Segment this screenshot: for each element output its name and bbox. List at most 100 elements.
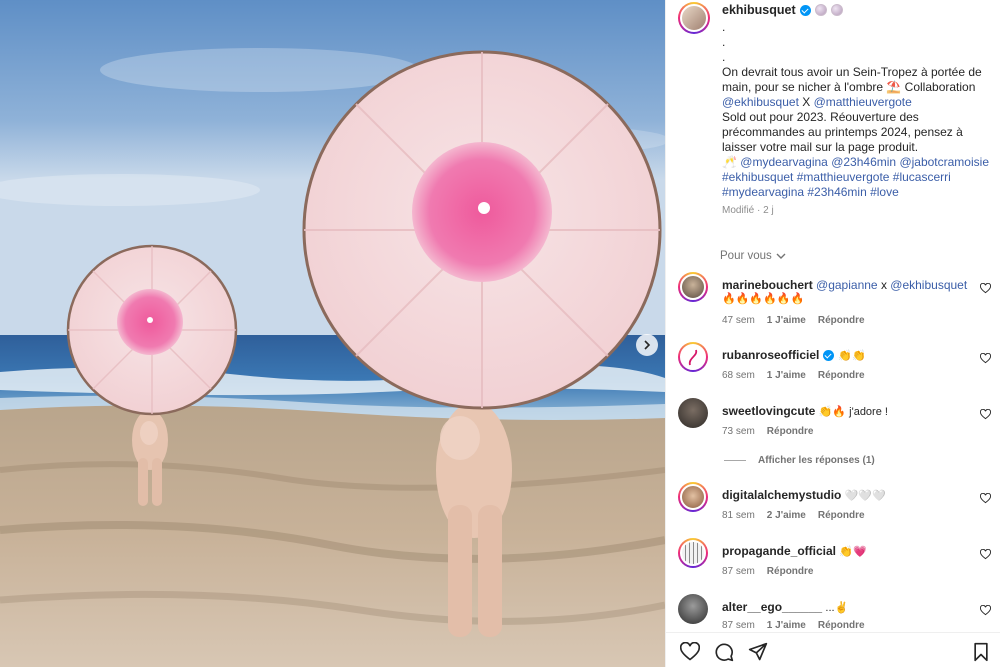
comment-text: 👏🔥 j'adore !	[818, 406, 888, 418]
comment-likes[interactable]: 1 J'aime	[767, 620, 806, 631]
commenter-username[interactable]: alter__ego______	[722, 600, 822, 614]
comment-icon[interactable]	[714, 642, 734, 662]
caption-text: X	[798, 95, 814, 109]
comment-meta: 87 sem Répondre	[722, 566, 813, 577]
author-avatar[interactable]	[678, 2, 710, 34]
heart-icon[interactable]	[980, 283, 991, 294]
reply-button[interactable]: Répondre	[767, 426, 814, 437]
caption-text: Sold out pour 2023. Réouverture des préc…	[722, 110, 963, 154]
verified-icon	[823, 349, 835, 361]
champagne-emoji: 🥂	[722, 155, 737, 169]
heart-icon[interactable]	[980, 549, 991, 560]
post-image[interactable]	[0, 0, 665, 667]
caption-body: On devrait tous avoir un Sein-Tropez à p…	[722, 65, 992, 110]
commenter-username[interactable]: marinebouchert	[722, 278, 813, 292]
replies-divider	[724, 460, 746, 461]
hashtag-links[interactable]: #ekhibusquet #matthieuvergote #lucascerr…	[722, 170, 992, 200]
comment-text: x	[877, 278, 891, 292]
comment-content: alter__ego______ ...✌️	[722, 600, 848, 614]
share-icon[interactable]	[748, 642, 768, 662]
mention-link[interactable]: @ekhibusquet	[890, 278, 967, 292]
mention-link[interactable]: @ekhibusquet	[722, 95, 799, 109]
bookmark-icon[interactable]	[971, 642, 991, 662]
umbrella-emoji: ⛱️	[886, 80, 902, 94]
comments-panel: ekhibusquet . . . On devrait tous avoir …	[665, 0, 1000, 667]
comment-content: rubanroseofficiel 👏👏	[722, 348, 866, 362]
reply-button[interactable]: Répondre	[818, 510, 865, 521]
comment-time: 73 sem	[722, 426, 755, 437]
commenter-avatar[interactable]	[678, 594, 708, 624]
chevron-right-icon	[644, 340, 651, 350]
comment-item: propagande_official 👏💗 87 sem Répondre	[666, 538, 1000, 578]
comment-text: 🔥🔥🔥🔥🔥🔥	[722, 293, 805, 305]
commenter-avatar[interactable]	[678, 538, 708, 568]
comment-likes[interactable]: 1 J'aime	[767, 370, 806, 381]
comment-text: ...✌️	[825, 602, 849, 614]
comment-content: marinebouchert @gapianne x @ekhibusquet …	[722, 278, 967, 305]
reply-button[interactable]: Répondre	[818, 315, 865, 326]
author-header: ekhibusquet	[722, 3, 843, 17]
commenter-avatar[interactable]	[678, 272, 708, 302]
comment-meta: 68 sem 1 J'aime Répondre	[722, 370, 865, 381]
comment-item: digitalalchemystudio 🤍🤍🤍 81 sem 2 J'aime…	[666, 482, 1000, 522]
comment-text: 👏👏	[838, 349, 866, 362]
mention-link[interactable]: @matthieuvergote	[814, 95, 912, 109]
sort-label: Pour vous	[720, 250, 772, 262]
comment-time: 87 sem	[722, 566, 755, 577]
mention-link[interactable]: @23h46min	[831, 155, 896, 169]
like-heart-icon[interactable]	[680, 642, 700, 662]
caption-dot: .	[722, 50, 726, 64]
chevron-down-icon	[776, 253, 786, 259]
view-replies-button[interactable]: Afficher les réponses (1)	[724, 455, 875, 466]
mention-link[interactable]: @jabotcramoisie	[899, 155, 989, 169]
comment-likes[interactable]: 2 J'aime	[767, 510, 806, 521]
mention-link[interactable]: @mydearvagina	[740, 155, 828, 169]
reply-button[interactable]: Répondre	[767, 566, 814, 577]
view-replies-label: Afficher les réponses (1)	[758, 455, 875, 466]
comment-time: 68 sem	[722, 370, 755, 381]
comment-content: digitalalchemystudio 🤍🤍🤍	[722, 488, 886, 502]
author-username[interactable]: ekhibusquet	[722, 3, 796, 17]
post-action-bar	[666, 632, 1000, 667]
comment-meta: 47 sem 1 J'aime Répondre	[722, 315, 865, 326]
edited-timestamp: Modifié · 2 j	[722, 205, 774, 216]
caption-text: Collaboration	[901, 80, 976, 94]
comment-meta: 81 sem 2 J'aime Répondre	[722, 510, 865, 521]
comment-likes[interactable]: 1 J'aime	[767, 315, 806, 326]
caption-dot: .	[722, 20, 726, 34]
comment-time: 87 sem	[722, 620, 755, 631]
comment-content: sweetlovingcute 👏🔥 j'adore !	[722, 404, 888, 418]
heart-icon[interactable]	[980, 605, 991, 616]
next-image-button[interactable]	[636, 334, 658, 356]
commenter-avatar[interactable]	[678, 342, 708, 372]
comments-sort-dropdown[interactable]: Pour vous	[720, 250, 786, 262]
heart-icon[interactable]	[980, 493, 991, 504]
commenter-username[interactable]: rubanroseofficiel	[722, 348, 819, 362]
comment-time: 47 sem	[722, 315, 755, 326]
comment-item: alter__ego______ ...✌️ 87 sem 1 J'aime R…	[666, 594, 1000, 632]
reply-button[interactable]: Répondre	[818, 370, 865, 381]
post-caption: . . . On devrait tous avoir un Sein-Trop…	[722, 20, 992, 218]
commenter-username[interactable]: sweetlovingcute	[722, 404, 815, 418]
mention-link[interactable]: @gapianne	[816, 278, 878, 292]
heart-icon[interactable]	[980, 353, 991, 364]
commenter-avatar[interactable]	[678, 482, 708, 512]
commenter-username[interactable]: digitalalchemystudio	[722, 488, 841, 502]
comment-item: marinebouchert @gapianne x @ekhibusquet …	[666, 272, 1000, 328]
commenter-avatar[interactable]	[678, 398, 708, 428]
comment-content: propagande_official 👏💗	[722, 544, 867, 558]
bubble-emoji	[830, 4, 843, 16]
commenter-username[interactable]: propagande_official	[722, 544, 836, 558]
comment-text: 🤍🤍🤍	[844, 490, 886, 502]
reply-button[interactable]: Répondre	[818, 620, 865, 631]
bubble-emoji	[814, 4, 827, 16]
caption-dot: .	[722, 35, 726, 49]
verified-icon	[799, 4, 811, 16]
instagram-post-viewer: ekhibusquet . . . On devrait tous avoir …	[0, 0, 1000, 667]
comment-text: 👏💗	[839, 546, 867, 558]
comment-item: sweetlovingcute 👏🔥 j'adore ! 73 sem Répo…	[666, 398, 1000, 438]
heart-icon[interactable]	[980, 409, 991, 420]
comment-meta: 87 sem 1 J'aime Répondre	[722, 620, 865, 631]
comment-item: rubanroseofficiel 👏👏 68 sem 1 J'aime Rép…	[666, 342, 1000, 382]
caption-mentions: 🥂 @mydearvagina @23h46min @jabotcramoisi…	[722, 155, 992, 170]
